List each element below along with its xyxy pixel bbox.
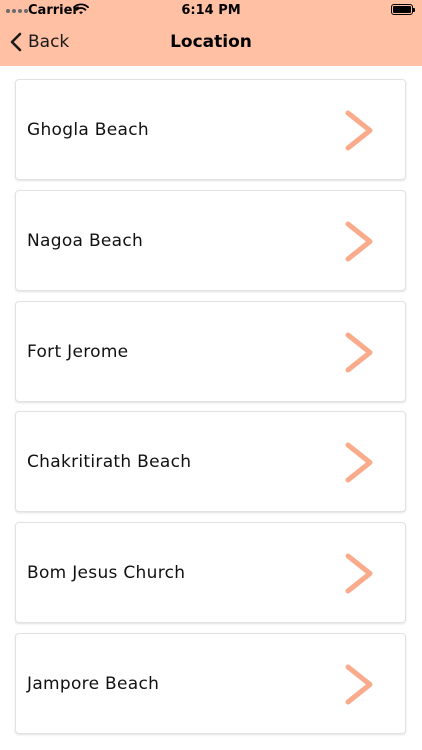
- page-title: Location: [170, 32, 252, 52]
- location-name: Jampore Beach: [27, 674, 160, 694]
- chevron-right-icon: [345, 442, 373, 483]
- location-list: Ghogla Beach Nagoa Beach Fort Jerome Cha…: [0, 66, 422, 750]
- location-card[interactable]: Ghogla Beach: [15, 79, 406, 180]
- location-card[interactable]: Fort Jerome: [15, 301, 406, 402]
- location-name: Ghogla Beach: [27, 120, 149, 140]
- status-bar: Carrier 6:14 PM: [0, 0, 422, 22]
- chevron-right-icon: [345, 221, 373, 262]
- clock: 6:14 PM: [181, 3, 241, 18]
- location-card[interactable]: Bom Jesus Church: [15, 522, 406, 623]
- location-name: Chakritirath Beach: [27, 452, 192, 472]
- location-name: Bom Jesus Church: [27, 563, 186, 583]
- battery-icon: [391, 4, 415, 15]
- chevron-right-icon: [345, 553, 373, 594]
- chevron-right-icon: [345, 332, 373, 373]
- location-card[interactable]: Jampore Beach: [15, 633, 406, 734]
- location-card[interactable]: Chakritirath Beach: [15, 411, 406, 512]
- nav-bar: Back Location: [0, 22, 422, 66]
- header: Carrier 6:14 PM Back Location: [0, 0, 422, 66]
- location-card[interactable]: Nagoa Beach: [15, 190, 406, 291]
- location-name: Fort Jerome: [27, 342, 129, 362]
- chevron-right-icon: [345, 110, 373, 151]
- location-name: Nagoa Beach: [27, 231, 144, 251]
- chevron-right-icon: [345, 664, 373, 705]
